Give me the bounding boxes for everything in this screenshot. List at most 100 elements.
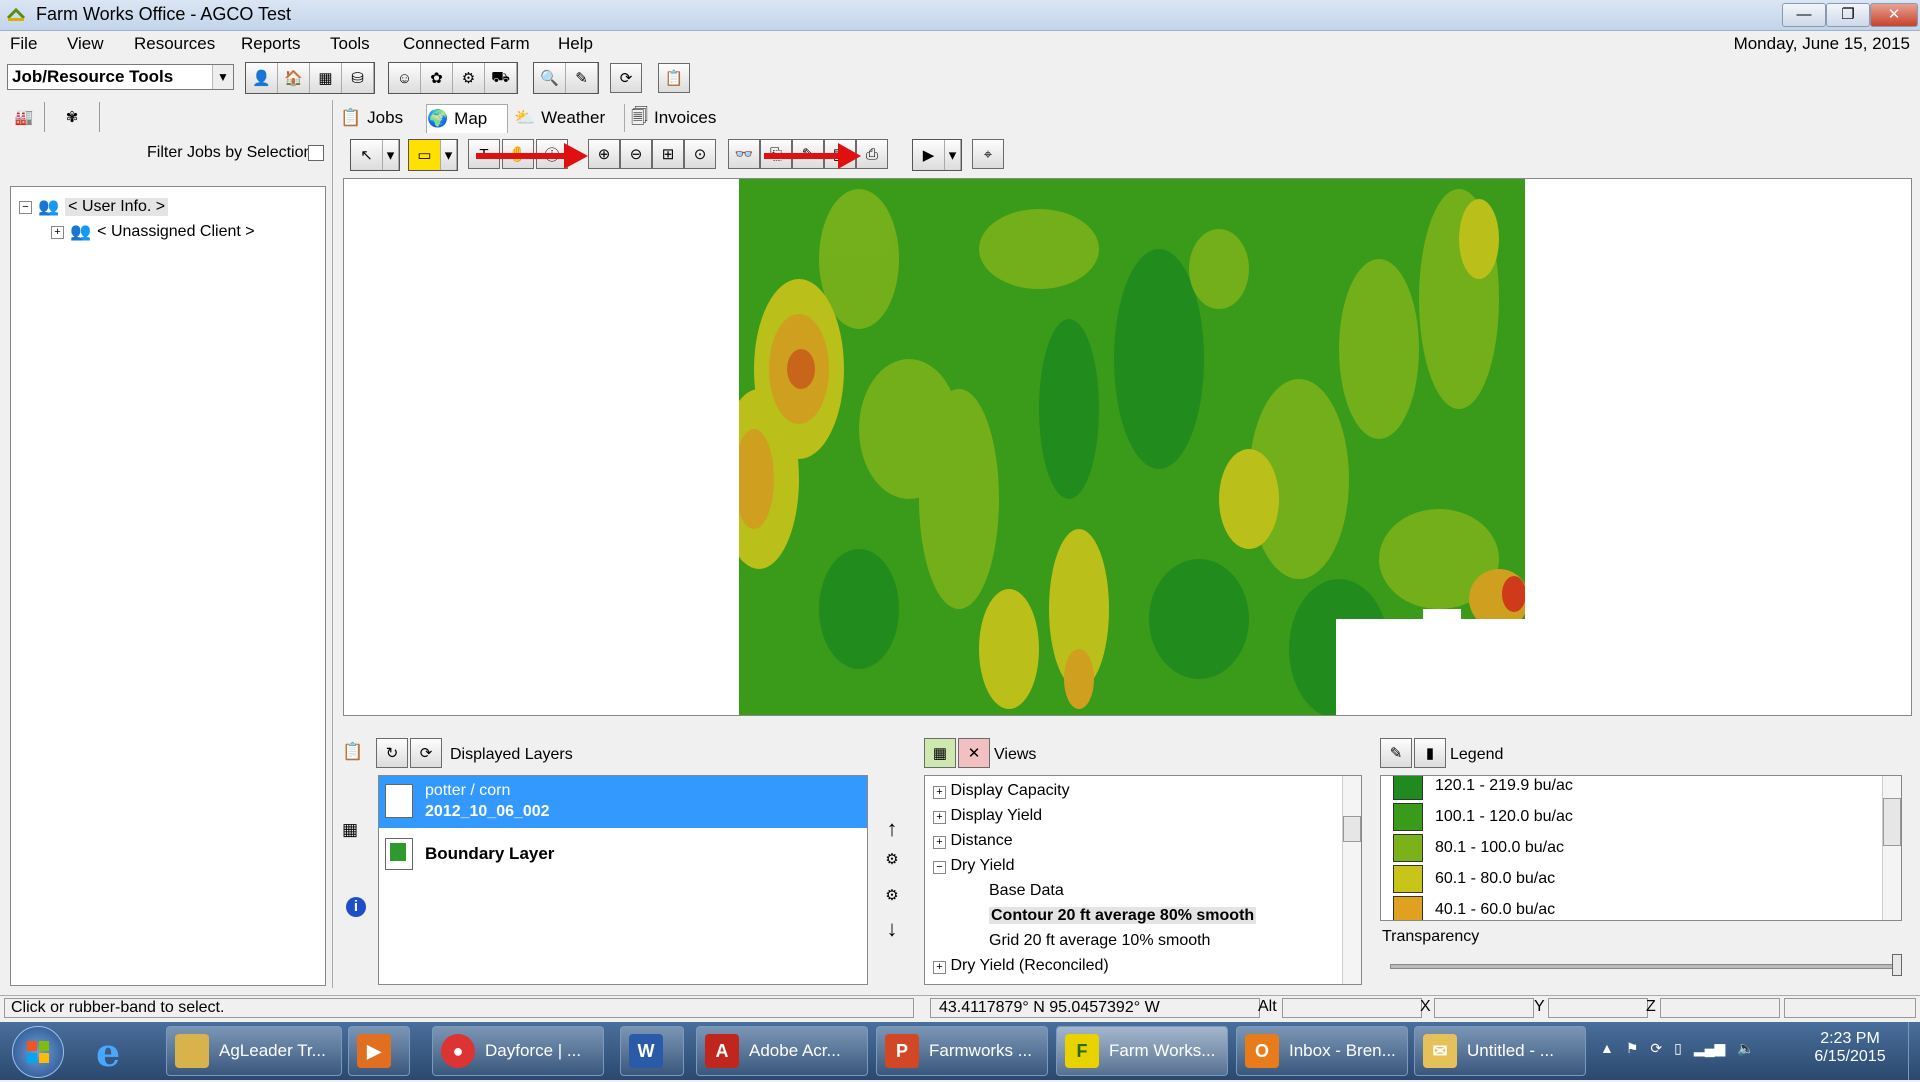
menu-file[interactable]: File — [10, 34, 37, 54]
layer-item-boundary[interactable]: Boundary Layer — [379, 836, 867, 888]
view-item-display-capacity[interactable]: + Display Capacity — [933, 778, 1333, 803]
tree-item-unassigned-client[interactable]: + 👥 < Unassigned Client > — [51, 222, 255, 242]
taskbar-item-powerpoint[interactable]: P Farmworks ... — [876, 1026, 1048, 1076]
signal-icon[interactable]: ▂▄▆ — [1694, 1040, 1725, 1057]
add-client-icon[interactable]: 👤 — [246, 63, 278, 93]
transparency-slider[interactable] — [1390, 964, 1902, 969]
menu-tools[interactable]: Tools — [330, 34, 370, 54]
menu-resources[interactable]: Resources — [134, 34, 215, 54]
binoculars-icon[interactable]: 👓 — [728, 139, 760, 169]
minimize-button[interactable]: — — [1782, 3, 1826, 27]
tab-jobs[interactable]: 📋 Jobs — [340, 104, 415, 132]
move-down-icon[interactable]: ↓ — [876, 914, 908, 944]
taskbar-item-acrobat[interactable]: A Adobe Acr... — [696, 1026, 868, 1076]
expand-icon[interactable]: + — [933, 811, 946, 824]
chevron-down-icon[interactable]: ▾ — [945, 140, 961, 170]
start-button[interactable] — [12, 1026, 64, 1078]
taskbar-item-agleader[interactable]: AgLeader Tr... — [166, 1026, 342, 1076]
sync-icon[interactable]: ⟳ — [1650, 1040, 1662, 1057]
view-item-contour[interactable]: Contour 20 ft average 80% smooth — [933, 903, 1333, 928]
menu-view[interactable]: View — [67, 34, 104, 54]
clock[interactable]: 2:23 PM 6/15/2015 — [1800, 1030, 1900, 1066]
sync-icon[interactable]: ⟳ — [610, 63, 642, 93]
clipboard-icon[interactable]: 📋 — [342, 742, 363, 762]
views-scrollbar[interactable] — [1342, 776, 1361, 984]
legend-edit-icon[interactable]: ✎ — [1380, 738, 1412, 768]
tab-map[interactable]: 🌍 Map — [426, 104, 508, 133]
edit-icon[interactable]: ✎ — [566, 63, 598, 93]
add-field-icon[interactable]: ▦ — [310, 63, 342, 93]
legend-scrollbar[interactable] — [1882, 776, 1901, 920]
table-icon[interactable]: ▦ — [342, 820, 358, 840]
taskbar-item-chrome[interactable]: ● Dayforce | ... — [432, 1026, 604, 1076]
view-item-base-data[interactable]: Base Data — [933, 878, 1333, 903]
taskbar-item-untitled[interactable]: ✉ Untitled - ... — [1414, 1026, 1586, 1076]
employee-icon[interactable]: ☺ — [389, 63, 421, 93]
play-icon[interactable]: ▶ — [913, 140, 945, 170]
zoom-out-icon[interactable]: ⊖ — [620, 139, 652, 169]
show-desktop-button[interactable] — [1908, 1022, 1920, 1080]
tool-selector-dropdown[interactable]: Job/Resource Tools ▼ — [7, 64, 234, 90]
pointer-icon[interactable]: ↖ — [351, 140, 383, 170]
view-item-dry-yield-reconciled[interactable]: + Dry Yield (Reconciled) — [933, 953, 1333, 978]
measure-icon[interactable]: ▭ — [409, 140, 441, 170]
view-item-grid[interactable]: Grid 20 ft average 10% smooth — [933, 928, 1333, 953]
view-item-distance[interactable]: + Distance — [933, 828, 1333, 853]
tree-item-user-info[interactable]: − 👥 < User Info. > — [19, 197, 169, 217]
zoom-layer-icon[interactable]: ⊙ — [684, 139, 716, 169]
menu-help[interactable]: Help — [558, 34, 593, 54]
zoom-extent-icon[interactable]: ⊞ — [652, 139, 684, 169]
transparency-slider-thumb[interactable] — [1892, 954, 1902, 976]
restore-button[interactable]: ❐ — [1826, 3, 1870, 27]
filter-jobs-checkbox[interactable] — [308, 145, 324, 161]
close-button[interactable]: ✕ — [1870, 3, 1918, 27]
collapse-icon[interactable]: − — [19, 200, 32, 214]
device-icon[interactable]: ▯ — [1674, 1040, 1682, 1057]
taskbar-item-media[interactable]: ▶ — [348, 1026, 410, 1076]
taskbar-item-word[interactable]: W — [620, 1026, 684, 1076]
taskbar-item-farmworks[interactable]: F Farm Works... — [1056, 1026, 1228, 1076]
map-canvas[interactable] — [343, 178, 1912, 716]
scroll-thumb[interactable] — [1883, 798, 1901, 846]
add-product-icon[interactable]: ⛁ — [342, 63, 374, 93]
refresh-layer-icon[interactable]: ↻ — [376, 738, 408, 768]
menu-connected-farm[interactable]: Connected Farm — [403, 34, 530, 54]
collapse-icon[interactable]: − — [933, 861, 946, 874]
flag-icon[interactable]: ⚑ — [1626, 1040, 1639, 1057]
chevron-down-icon[interactable]: ▼ — [212, 65, 233, 89]
move-up-icon[interactable]: ↑ — [876, 814, 908, 844]
zoom-in-icon[interactable]: ⊕ — [588, 139, 620, 169]
expand-icon[interactable]: + — [51, 225, 64, 239]
sync-layer-icon[interactable]: ⟳ — [410, 738, 442, 768]
layer-props-icon[interactable]: ⚙ — [876, 880, 908, 910]
yield-map[interactable] — [739, 179, 1525, 715]
layer-item-potter-corn[interactable]: potter / corn 2012_10_06_002 — [379, 776, 867, 828]
layer-props-icon[interactable]: ⚙ — [876, 844, 908, 874]
legend-chart-icon[interactable]: ▮ — [1414, 738, 1446, 768]
map-layers-icon[interactable]: ✾ — [44, 102, 100, 132]
tractor-icon[interactable]: ⛟ — [485, 63, 517, 93]
view-item-dry-yield[interactable]: − Dry Yield — [933, 853, 1333, 878]
delete-view-icon[interactable]: ✕ — [958, 738, 990, 768]
farm-icon[interactable]: 🏭 — [8, 102, 40, 132]
volume-icon[interactable]: 🔈 — [1737, 1040, 1754, 1057]
expand-icon[interactable]: + — [933, 836, 946, 849]
add-view-icon[interactable]: ▦ — [924, 738, 956, 768]
tab-weather[interactable]: ⛅ Weather — [514, 104, 614, 132]
show-hidden-icons-icon[interactable]: ▲ — [1600, 1040, 1614, 1057]
add-farm-icon[interactable]: 🏠 — [278, 63, 310, 93]
equipment-icon[interactable]: ⚙ — [453, 63, 485, 93]
crop-icon[interactable]: ✿ — [421, 63, 453, 93]
menu-reports[interactable]: Reports — [241, 34, 301, 54]
gps-icon[interactable]: ⌖ — [972, 139, 1004, 169]
expand-icon[interactable]: + — [933, 786, 946, 799]
expand-icon[interactable]: + — [933, 961, 946, 974]
tab-invoices[interactable]: 🗐 Invoices — [624, 104, 731, 132]
taskbar-item-outlook[interactable]: O Inbox - Bren... — [1236, 1026, 1408, 1076]
clipboard-icon[interactable]: 📋 — [658, 63, 690, 93]
chevron-down-icon[interactable]: ▾ — [441, 140, 457, 170]
search-icon[interactable]: 🔍 — [534, 63, 566, 93]
scroll-thumb[interactable] — [1343, 816, 1361, 842]
chevron-down-icon[interactable]: ▾ — [383, 140, 399, 170]
internet-explorer-icon[interactable]: e — [96, 1030, 144, 1075]
